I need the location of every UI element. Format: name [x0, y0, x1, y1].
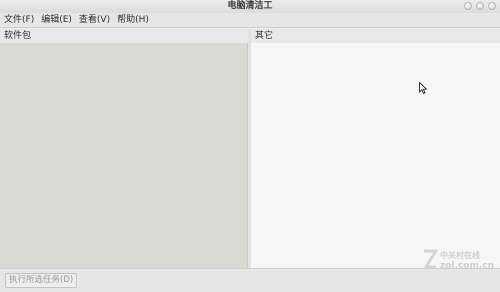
execute-selected-tasks-button[interactable]: 执行所选任务(D): [5, 273, 78, 288]
menu-edit[interactable]: 编辑(E): [37, 13, 75, 28]
menu-file[interactable]: 文件(F): [0, 13, 37, 28]
watermark-brand: 中关村在线: [440, 250, 481, 260]
watermark-url: zol.com.cn: [440, 260, 494, 271]
packages-pane-header: 软件包: [0, 29, 248, 43]
zol-watermark: 中关村在线 zol.com.cn: [422, 248, 494, 273]
mouse-pointer-icon: [419, 81, 428, 97]
close-button[interactable]: [488, 2, 496, 10]
other-pane-header: 其它: [251, 29, 500, 43]
other-list[interactable]: [251, 43, 500, 268]
zol-logo-icon: [422, 248, 438, 273]
minimize-button[interactable]: [464, 2, 472, 10]
window-controls: [464, 2, 496, 10]
menu-help[interactable]: 帮助(H): [113, 13, 152, 28]
title-bar[interactable]: 电脑清洁工: [0, 0, 500, 13]
maximize-button[interactable]: [476, 2, 484, 10]
packages-list[interactable]: [0, 43, 248, 268]
menu-view[interactable]: 查看(V): [75, 13, 113, 28]
window-title: 电脑清洁工: [227, 1, 273, 11]
menu-bar: 文件(F) 编辑(E) 查看(V) 帮助(H): [0, 13, 500, 28]
